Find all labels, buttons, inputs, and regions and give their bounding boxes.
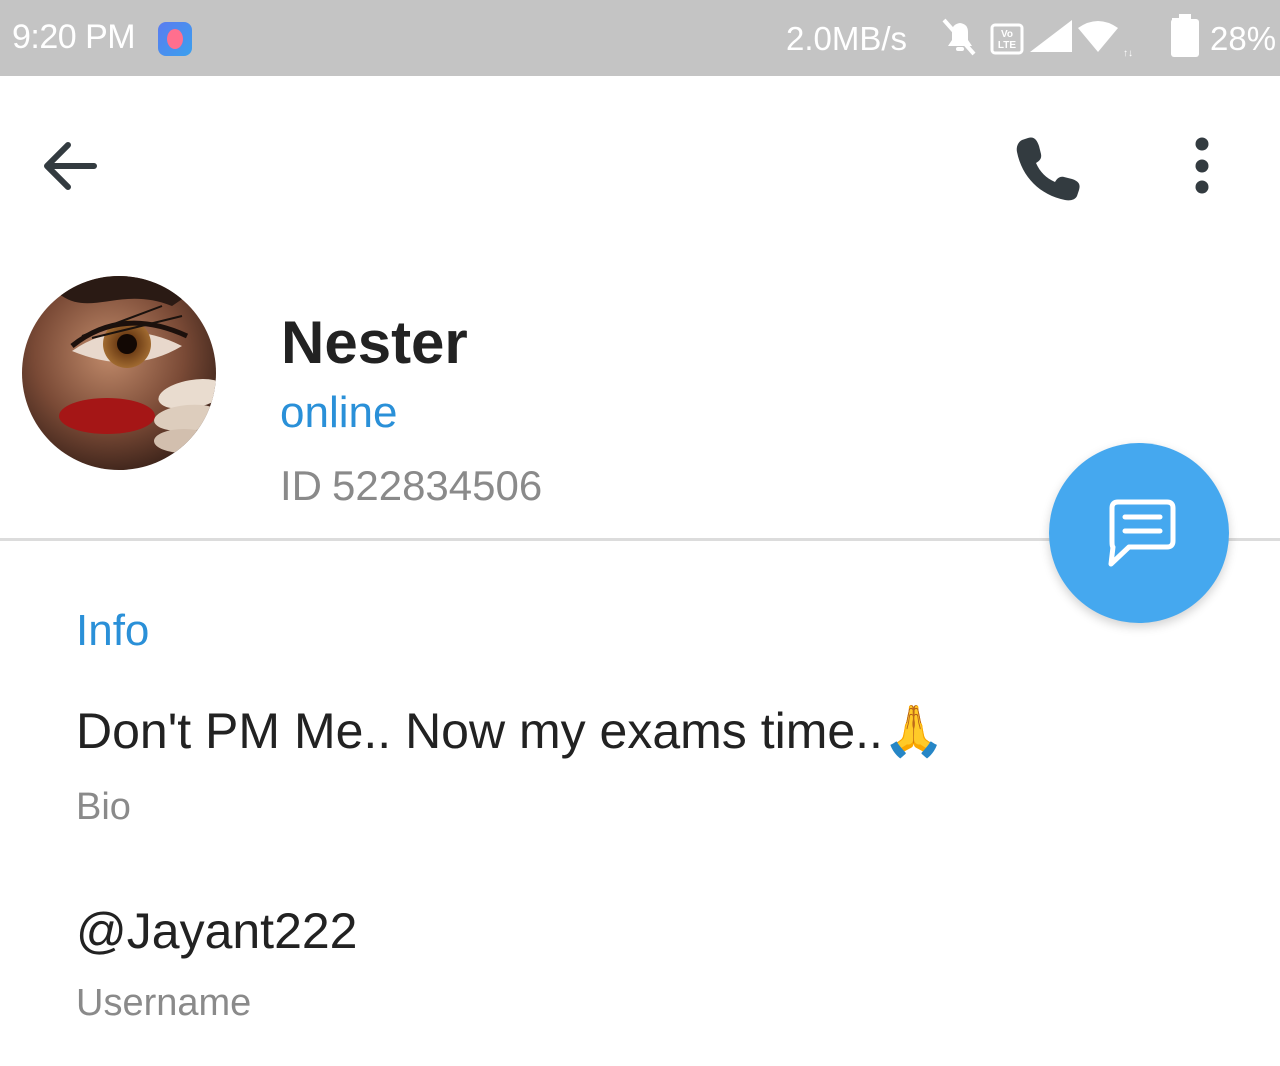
phone-icon (1016, 137, 1080, 201)
status-time: 9:20 PM (12, 18, 136, 56)
call-button[interactable] (1010, 134, 1084, 202)
bio-label: Bio (76, 786, 131, 828)
status-icons: Vo LTE ↑↓ (942, 18, 1180, 59)
signal-icon (1030, 20, 1072, 52)
svg-text:LTE: LTE (998, 40, 1016, 51)
profile-id: ID 522834506 (280, 462, 542, 510)
wifi-icon (1078, 21, 1118, 52)
battery-icon (1171, 14, 1199, 57)
more-vert-icon (1195, 137, 1209, 194)
svg-text:↑↓: ↑↓ (1123, 48, 1133, 59)
svg-text:Vo: Vo (1001, 29, 1013, 40)
profile-status: online (280, 388, 398, 437)
send-message-button[interactable] (1049, 443, 1229, 623)
network-speed: 2.0MB/s (786, 20, 908, 57)
back-button[interactable] (38, 134, 102, 198)
profile-name: Nester (281, 309, 468, 376)
avatar[interactable] (22, 276, 216, 470)
info-section-title: Info (76, 606, 150, 655)
profile-id-prefix: ID (280, 462, 322, 509)
mute-icon (942, 18, 976, 56)
status-bar: 9:20 PM 2.0MB/s Vo LTE ↑↓ 28% (0, 0, 1280, 76)
message-icon (1108, 499, 1176, 567)
username-value[interactable]: @Jayant222 (76, 902, 358, 960)
profile-id-value: 522834506 (332, 462, 543, 509)
avatar-photo (22, 276, 216, 470)
bio-value[interactable]: Don't PM Me.. Now my exams time..🙏 (76, 702, 945, 761)
battery-percent: 28% (1210, 20, 1277, 57)
volte-icon: Vo LTE (990, 23, 1024, 55)
app-notification-icon (158, 22, 192, 56)
more-options-button[interactable] (1180, 134, 1224, 198)
username-label: Username (76, 982, 252, 1024)
back-arrow-icon (44, 142, 97, 190)
